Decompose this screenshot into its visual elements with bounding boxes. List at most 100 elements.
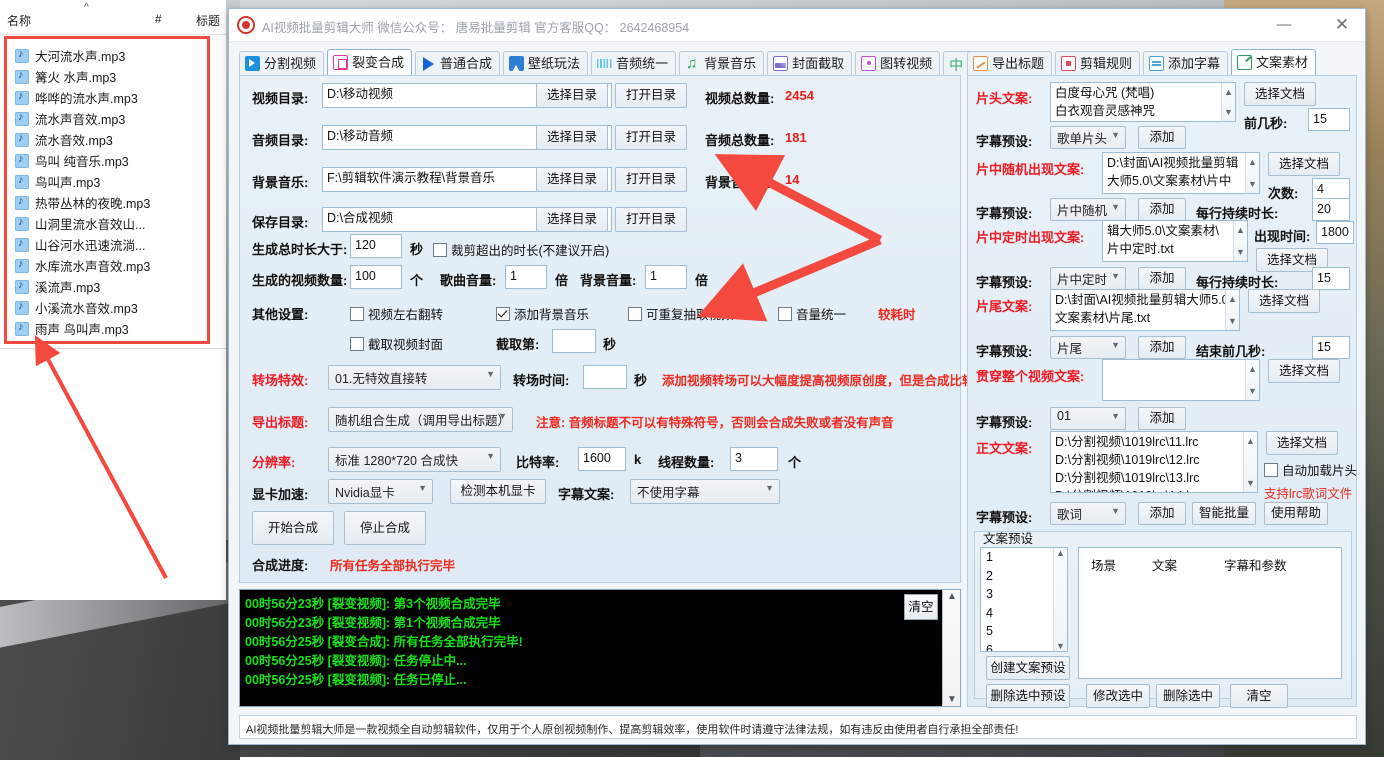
threads-input[interactable]: 3 bbox=[730, 447, 778, 471]
scroll-down-icon[interactable]: ▼ bbox=[1224, 103, 1233, 121]
tab-cover-capture[interactable]: 封面截取 bbox=[767, 51, 853, 75]
tab-edit-rule[interactable]: 剪辑规则 bbox=[1055, 51, 1141, 75]
scroll-up-icon[interactable]: ▲ bbox=[1236, 221, 1245, 239]
head-copy-textarea[interactable]: 白度母心咒 (梵唱) 白衣观音灵感神咒 ▲ ▼ bbox=[1050, 82, 1236, 122]
mid-random-add-button[interactable]: 添加 bbox=[1138, 198, 1186, 221]
head-preset-select[interactable]: 歌单片头 ▼ bbox=[1050, 126, 1126, 149]
transition-time-input[interactable] bbox=[583, 365, 627, 389]
right-tab-strip[interactable]: 导出标题剪辑规则添加字幕文案素材视频贴纸 bbox=[967, 49, 1365, 101]
mid-random-choose-doc-button[interactable]: 选择文档 bbox=[1268, 152, 1340, 176]
auto-load-head-checkbox[interactable]: 自动加载片头 bbox=[1264, 460, 1357, 479]
capture-cover-checkbox[interactable]: 截取视频封面 bbox=[350, 334, 443, 353]
audio-file-list[interactable]: 大河流水声.mp3 篝火 水声.mp3 哗哗的流水声.mp3 流水声音效.mp3 流水音… bbox=[4, 36, 210, 344]
transition-effect-select[interactable]: 01.无特效直接转 ▼ bbox=[328, 365, 501, 390]
scroll-down-icon[interactable]: ▼ bbox=[1248, 175, 1257, 193]
minimize-button[interactable]: — bbox=[1261, 9, 1307, 40]
open-dir-button-save[interactable]: 打开目录 bbox=[615, 207, 687, 232]
capture-at-input[interactable] bbox=[552, 329, 596, 353]
start-merge-button[interactable]: 开始合成 bbox=[252, 511, 334, 545]
mid-timed-add-button[interactable]: 添加 bbox=[1138, 267, 1186, 290]
tab-copy-material[interactable]: 文案素材 bbox=[1231, 49, 1317, 75]
body-copy-textarea[interactable]: D:\分割视频\1019lrc\11.lrc D:\分割视频\1019lrc\12… bbox=[1050, 431, 1258, 493]
column-name[interactable]: 名称 bbox=[7, 12, 31, 29]
body-choose-doc-button[interactable]: 选择文档 bbox=[1266, 431, 1338, 455]
body-add-button[interactable]: 添加 bbox=[1138, 502, 1186, 525]
list-item[interactable]: 山谷河水迅速流淌... bbox=[7, 234, 207, 255]
tab-audio-unify[interactable]: 音频统一 bbox=[591, 51, 677, 75]
export-title-select[interactable]: 随机组合生成（调用导出标题） ▼ bbox=[328, 407, 513, 432]
scroll-down-icon[interactable]: ▼ bbox=[1056, 641, 1065, 651]
tail-copy-scrollbar[interactable]: ▲ ▼ bbox=[1225, 290, 1239, 330]
trim-overflow-checkbox[interactable]: 裁剪超出的时长(不建议开启) bbox=[433, 240, 609, 259]
scroll-down-icon[interactable]: ▼ bbox=[1236, 243, 1245, 261]
close-button[interactable]: ✕ bbox=[1319, 9, 1365, 40]
open-dir-button-bgm[interactable]: 打开目录 bbox=[615, 167, 687, 192]
choose-dir-button-save[interactable]: 选择目录 bbox=[536, 207, 608, 232]
list-item[interactable]: 小溪流水音效.mp3 bbox=[7, 297, 207, 318]
open-dir-button-video[interactable]: 打开目录 bbox=[615, 83, 687, 108]
scroll-down-icon[interactable]: ▼ bbox=[947, 694, 957, 705]
mid-random-preset-select[interactable]: 片中随机 ▼ bbox=[1050, 198, 1126, 221]
whole-copy-textarea[interactable]: ▲ ▼ bbox=[1102, 359, 1260, 401]
detect-gpu-button[interactable]: 检测本机显卡 bbox=[450, 479, 546, 504]
list-item[interactable]: 大河流水声.mp3 bbox=[7, 45, 207, 66]
tail-add-button[interactable]: 添加 bbox=[1138, 336, 1186, 359]
body-preset-select[interactable]: 歌词 ▼ bbox=[1050, 502, 1126, 525]
choose-dir-button-bgm[interactable]: 选择目录 bbox=[536, 167, 608, 192]
appear-time-input[interactable]: 1800 bbox=[1316, 221, 1354, 244]
create-copy-preset-button[interactable]: 创建文案预设 bbox=[986, 656, 1070, 680]
mid-random-textarea[interactable]: D:\封面\AI视频批量剪辑 大师5.0\文案素材\片中 ▲ ▼ bbox=[1102, 152, 1260, 194]
scroll-down-icon[interactable]: ▼ bbox=[1228, 312, 1237, 330]
tab-fission-merge[interactable]: 裂变合成 bbox=[327, 49, 413, 75]
mid-timed-textarea[interactable]: 辑大师5.0\文案素材\ 片中定时.txt ▲ ▼ bbox=[1102, 220, 1248, 262]
head-choose-doc-button[interactable]: 选择文档 bbox=[1244, 82, 1316, 106]
list-item[interactable]: 山洞里流水音效山... bbox=[7, 213, 207, 234]
tab-export-title[interactable]: 导出标题 bbox=[967, 51, 1053, 75]
list-item[interactable]: 流水声音效.mp3 bbox=[7, 108, 207, 129]
tail-copy-textarea[interactable]: D:\封面\AI视频批量剪辑大师5.0\ 文案素材\片尾.txt ▲ ▼ bbox=[1050, 289, 1240, 331]
scroll-up-icon[interactable]: ▲ bbox=[1056, 548, 1065, 558]
list-item[interactable]: 雨声 鸟叫声.mp3 bbox=[7, 318, 207, 339]
tab-wallpaper[interactable]: 壁纸玩法 bbox=[503, 51, 589, 75]
head-copy-scrollbar[interactable]: ▲ ▼ bbox=[1221, 83, 1235, 121]
preset-listbox-scrollbar[interactable]: ▲ ▼ bbox=[1053, 548, 1067, 651]
column-title[interactable]: 标题 bbox=[196, 12, 220, 29]
video-count-input[interactable]: 100 bbox=[350, 265, 402, 289]
song-volume-input[interactable]: 1 bbox=[505, 265, 547, 289]
clear-table-button[interactable]: 清空 bbox=[1230, 684, 1288, 708]
bitrate-input[interactable]: 1600 bbox=[578, 447, 626, 471]
list-item[interactable]: 哗哗的流水声.mp3 bbox=[7, 87, 207, 108]
stop-merge-button[interactable]: 停止合成 bbox=[344, 511, 426, 545]
scroll-up-icon[interactable]: ▲ bbox=[1228, 290, 1237, 308]
subtitle-copy-select[interactable]: 不使用字幕 ▼ bbox=[630, 479, 780, 504]
log-console[interactable]: 00时56分23秒 [裂变视频]: 第3个视频合成完毕 00时56分23秒 [裂变… bbox=[239, 589, 961, 707]
tab-normal-merge[interactable]: 普通合成 bbox=[415, 51, 501, 75]
list-item[interactable]: 鸟叫 纯音乐.mp3 bbox=[7, 150, 207, 171]
bgm-volume-input[interactable]: 1 bbox=[645, 265, 687, 289]
delete-selected-button[interactable]: 删除选中 bbox=[1156, 684, 1220, 708]
whole-choose-doc-button[interactable]: 选择文档 bbox=[1268, 359, 1340, 383]
scroll-up-icon[interactable]: ▲ bbox=[947, 591, 957, 602]
mid-random-scrollbar[interactable]: ▲ ▼ bbox=[1245, 153, 1259, 193]
mid-timed-duration-input[interactable]: 15 bbox=[1312, 267, 1350, 290]
mid-timed-preset-select[interactable]: 片中定时 ▼ bbox=[1050, 267, 1126, 290]
tab-add-subtitle[interactable]: 添加字幕 bbox=[1143, 51, 1229, 75]
body-copy-scrollbar[interactable]: ▲ ▼ bbox=[1243, 432, 1257, 492]
flip-video-checkbox[interactable]: 视频左右翻转 bbox=[350, 304, 443, 323]
add-bgm-checkbox[interactable]: 添加背景音乐 bbox=[496, 304, 589, 323]
choose-dir-button-video[interactable]: 选择目录 bbox=[536, 83, 608, 108]
list-item[interactable]: 流水音效.mp3 bbox=[7, 129, 207, 150]
repeat-extract-checkbox[interactable]: 可重复抽取视频 bbox=[628, 304, 734, 323]
help-button[interactable]: 使用帮助 bbox=[1264, 502, 1328, 525]
gpu-select[interactable]: Nvidia显卡 ▼ bbox=[328, 479, 433, 504]
tail-preset-select[interactable]: 片尾 ▼ bbox=[1050, 336, 1126, 359]
scroll-up-icon[interactable]: ▲ bbox=[1246, 432, 1255, 450]
end-seconds-input[interactable]: 15 bbox=[1312, 336, 1350, 359]
smart-batch-button[interactable]: 智能批量 bbox=[1192, 502, 1256, 525]
modify-selected-button[interactable]: 修改选中 bbox=[1086, 684, 1150, 708]
list-item[interactable]: 鸟叫声.mp3 bbox=[7, 171, 207, 192]
list-item[interactable]: 溪流声.mp3 bbox=[7, 276, 207, 297]
whole-preset-select[interactable]: 01 ▼ bbox=[1050, 407, 1126, 430]
scroll-down-icon[interactable]: ▼ bbox=[1246, 474, 1255, 492]
scroll-down-icon[interactable]: ▼ bbox=[1248, 382, 1257, 400]
